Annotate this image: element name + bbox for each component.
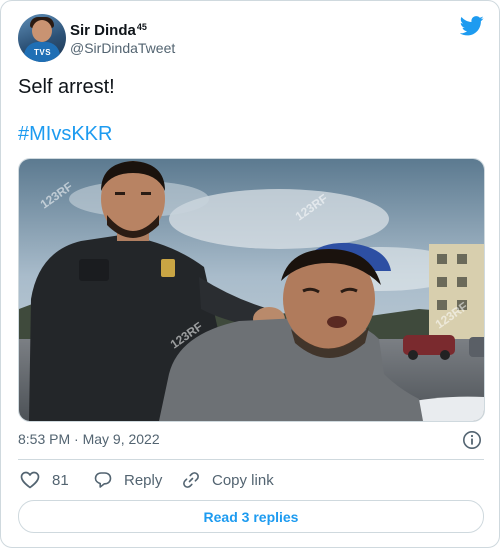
- divider: [18, 459, 484, 460]
- author-display-name: Sir Dinda: [70, 22, 136, 39]
- read-replies-button[interactable]: Read 3 replies: [18, 500, 484, 533]
- reply-button[interactable]: Reply: [94, 469, 162, 491]
- tweet-text: Self arrest!: [18, 76, 115, 98]
- avatar[interactable]: TVS: [18, 14, 66, 62]
- author-handle[interactable]: @SirDindaTweet: [70, 39, 175, 57]
- info-icon[interactable]: [462, 430, 482, 450]
- link-icon: [183, 472, 199, 488]
- like-button[interactable]: 81: [20, 469, 69, 491]
- read-replies-label: Read 3 replies: [203, 508, 299, 525]
- tweet-card: TVS Sir Dinda45 @SirDindaTweet Self arre…: [0, 0, 500, 548]
- copy-link-button[interactable]: Copy link: [182, 469, 274, 491]
- speech-bubble-icon: [94, 472, 112, 488]
- tweet-image-scene: 123RF 123RF 123RF 123RF: [19, 159, 484, 421]
- tweet-image[interactable]: 123RF 123RF 123RF 123RF: [18, 158, 485, 422]
- hashtag-link[interactable]: #MIvsKKR: [18, 122, 112, 146]
- avatar-face: [32, 20, 52, 42]
- author-name-badge: 45: [136, 22, 147, 32]
- heart-icon: [20, 471, 40, 489]
- reply-label: Reply: [124, 471, 163, 489]
- copy-link-label: Copy link: [212, 471, 274, 489]
- avatar-logo: TVS: [34, 48, 52, 57]
- tweet-timestamp[interactable]: 8:53 PM · May 9, 2022: [18, 430, 160, 448]
- like-count: 81: [52, 471, 69, 489]
- twitter-bird-icon[interactable]: [460, 16, 484, 36]
- author-name[interactable]: Sir Dinda45: [70, 18, 147, 40]
